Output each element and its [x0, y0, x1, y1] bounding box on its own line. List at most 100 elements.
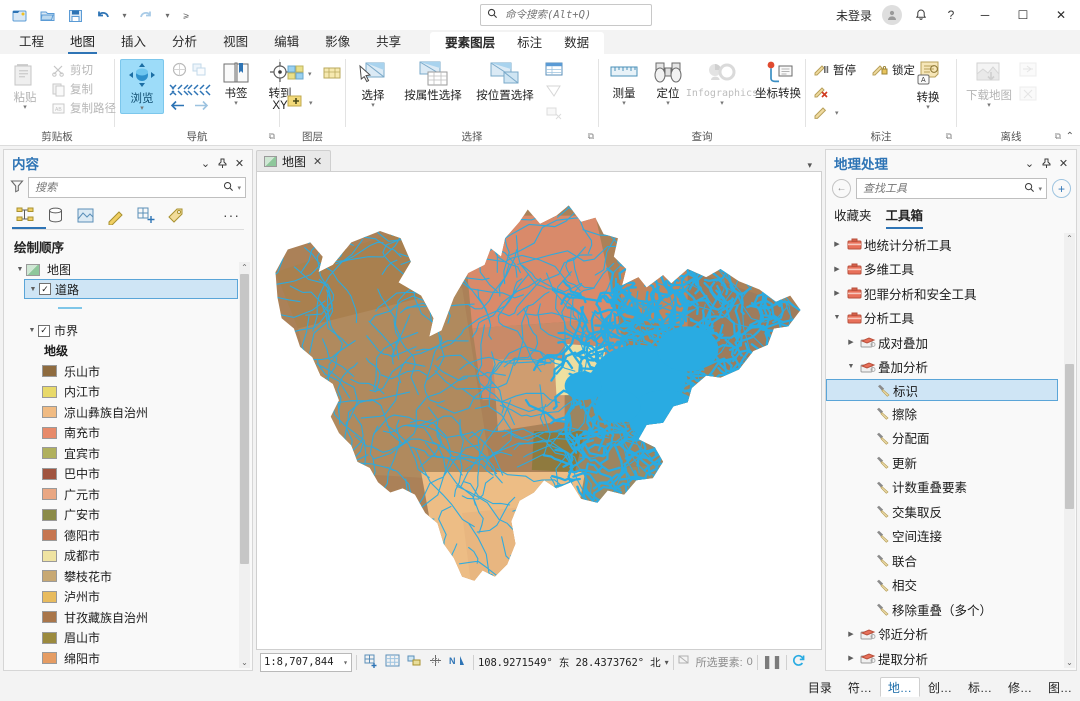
- toolbox-item[interactable]: ▶ 多维工具: [826, 257, 1076, 282]
- map-scale-dropdown-icon[interactable]: ▾: [343, 658, 348, 667]
- dock-tab[interactable]: 修…: [1000, 677, 1040, 697]
- paste-button[interactable]: 粘贴 ▾: [3, 59, 47, 112]
- snapping-icon[interactable]: [428, 654, 443, 670]
- tool-item[interactable]: 联合: [826, 548, 1076, 573]
- customize-qat-icon[interactable]: ⩾: [176, 3, 196, 27]
- contents-scrollbar[interactable]: ⌃ ⌄: [239, 262, 250, 668]
- cut-button[interactable]: 剪切: [47, 61, 120, 79]
- pause-drawing-icon[interactable]: ❚❚: [762, 654, 783, 670]
- full-extent-icon[interactable]: [171, 61, 188, 81]
- expand-arrow-icon[interactable]: ▶: [830, 289, 844, 297]
- toolbox-scrollbar[interactable]: ⌃ ⌄: [1064, 233, 1075, 668]
- legend-item[interactable]: 南充市: [8, 423, 252, 444]
- select-by-attributes-button[interactable]: 按属性选择: [397, 59, 469, 103]
- help-icon[interactable]: ?: [936, 2, 966, 28]
- ribbon-tab-analysis[interactable]: 分析: [159, 28, 210, 54]
- toolbox-scroll-thumb[interactable]: [1065, 364, 1074, 509]
- clear-selection-icon[interactable]: [544, 105, 564, 124]
- offline-dialog-launcher-icon[interactable]: ⧉: [1055, 129, 1061, 144]
- tab-favorites[interactable]: 收藏夹: [834, 205, 872, 229]
- forward-arrow-icon[interactable]: [193, 99, 210, 115]
- contents-search-icon[interactable]: [223, 181, 234, 195]
- download-map-dropdown-icon[interactable]: ▾: [987, 102, 991, 109]
- label-settings-button[interactable]: ▾: [809, 104, 905, 121]
- legend-item[interactable]: 攀枝花市: [8, 566, 252, 587]
- maximize-button[interactable]: ☐: [1004, 0, 1042, 30]
- tool-search-icon[interactable]: [1024, 182, 1035, 196]
- coordinate-conversion-button[interactable]: 坐标转换: [754, 59, 802, 101]
- layer-checkbox-city-boundary[interactable]: ✓: [38, 324, 50, 337]
- copy-path-button[interactable]: AB 复制路径: [47, 99, 120, 117]
- add-toolbox-icon[interactable]: +: [1052, 179, 1071, 198]
- remove-labels-button[interactable]: [809, 83, 905, 100]
- tab-toolboxes[interactable]: 工具箱: [885, 205, 924, 229]
- select-dropdown-icon[interactable]: ▾: [371, 102, 375, 109]
- topology-icon[interactable]: [406, 654, 422, 670]
- labeling-dialog-launcher-icon[interactable]: ⧉: [946, 129, 952, 144]
- contents-pin-icon[interactable]: [214, 153, 231, 173]
- bookmarks-dropdown-icon[interactable]: ▾: [234, 100, 238, 107]
- contents-scroll-thumb[interactable]: [240, 274, 249, 564]
- contents-search-dropdown-icon[interactable]: ▾: [237, 184, 241, 192]
- tool-search-dropdown-icon[interactable]: ▾: [1038, 185, 1042, 193]
- dock-tab[interactable]: 符…: [840, 677, 880, 697]
- tree-node-layer-roads[interactable]: ▼ ✓ 道路: [24, 279, 238, 299]
- legend-item[interactable]: 广安市: [8, 505, 252, 526]
- scroll-down-icon[interactable]: ⌄: [241, 657, 248, 668]
- contents-close-icon[interactable]: ✕: [231, 153, 248, 173]
- expand-arrow-icon[interactable]: ▶: [844, 654, 858, 662]
- paste-dropdown-icon[interactable]: ▾: [23, 104, 27, 111]
- expand-arrow-icon[interactable]: ▼: [26, 327, 38, 334]
- legend-item[interactable]: 自贡市: [8, 669, 252, 671]
- north-arrow-icon[interactable]: N: [449, 654, 466, 670]
- expand-arrow-icon[interactable]: ▶: [844, 630, 858, 638]
- avatar[interactable]: [882, 5, 902, 25]
- dock-tab[interactable]: 目录: [800, 677, 840, 697]
- map-tab-close-icon[interactable]: ✕: [313, 155, 322, 168]
- attribute-table-icon[interactable]: [544, 61, 564, 80]
- add-layer-plus-icon[interactable]: [286, 92, 306, 113]
- contents-menu-icon[interactable]: ⌄: [197, 153, 214, 173]
- measure-dropdown-icon[interactable]: ▾: [622, 100, 626, 107]
- toolset-item[interactable]: ▼ 叠加分析: [826, 355, 1076, 380]
- redo-dropdown-icon[interactable]: ▾: [161, 3, 174, 27]
- legend-item[interactable]: 绵阳市: [8, 648, 252, 669]
- ribbon-tab-map[interactable]: 地图: [57, 28, 108, 54]
- ribbon-tab-edit[interactable]: 编辑: [261, 28, 312, 54]
- toolbox-item[interactable]: ▶ 地统计分析工具: [826, 232, 1076, 257]
- map-tab-list-icon[interactable]: ▾: [807, 160, 822, 171]
- collapse-arrow-icon[interactable]: ▼: [844, 363, 858, 370]
- legend-item[interactable]: 广元市: [8, 484, 252, 505]
- bookmarks-button[interactable]: 书签 ▾: [214, 59, 258, 108]
- list-by-snapping-icon[interactable]: [134, 204, 156, 226]
- add-data-icon[interactable]: [364, 654, 379, 671]
- list-by-editing-icon[interactable]: [104, 204, 126, 226]
- pause-labeling-button[interactable]: 暂停: [809, 61, 860, 79]
- map-tab[interactable]: 地图 ✕: [256, 150, 332, 171]
- toolbox-item[interactable]: ▼ 分析工具: [826, 306, 1076, 331]
- geoprocessing-close-icon[interactable]: ✕: [1055, 153, 1072, 173]
- toolset-item[interactable]: ▶ 提取分析: [826, 646, 1076, 670]
- toolset-item[interactable]: ▶ 邻近分析: [826, 622, 1076, 647]
- tool-search-box[interactable]: ▾: [856, 178, 1047, 199]
- dock-tab[interactable]: 标…: [960, 677, 1000, 697]
- geoprocessing-pin-icon[interactable]: [1038, 153, 1055, 173]
- list-by-drawing-order-icon[interactable]: [14, 204, 36, 226]
- back-arrow-icon[interactable]: [169, 99, 186, 115]
- measure-button[interactable]: 测量 ▾: [602, 59, 646, 108]
- dock-tab[interactable]: 地…: [879, 677, 920, 697]
- convert-labels-dropdown-icon[interactable]: ▾: [926, 104, 930, 111]
- save-project-icon[interactable]: [62, 3, 88, 27]
- redo-icon[interactable]: [133, 3, 159, 27]
- ribbon-tab-insert[interactable]: 插入: [108, 28, 159, 54]
- signin-label[interactable]: 未登录: [830, 7, 878, 24]
- legend-item[interactable]: 巴中市: [8, 464, 252, 485]
- ribbon-tab-labeling[interactable]: 标注: [506, 30, 553, 54]
- map-scale-control[interactable]: 1:8,707,844 ▾: [260, 652, 352, 672]
- undo-icon[interactable]: [90, 3, 116, 27]
- expand-arrow-icon[interactable]: ▼: [14, 266, 26, 273]
- tool-search-input[interactable]: [861, 181, 1022, 196]
- ribbon-tab-feature-layer[interactable]: 要素图层: [434, 30, 506, 54]
- tool-item[interactable]: 擦除: [826, 401, 1076, 426]
- infographics-dropdown-icon[interactable]: ▾: [720, 100, 724, 107]
